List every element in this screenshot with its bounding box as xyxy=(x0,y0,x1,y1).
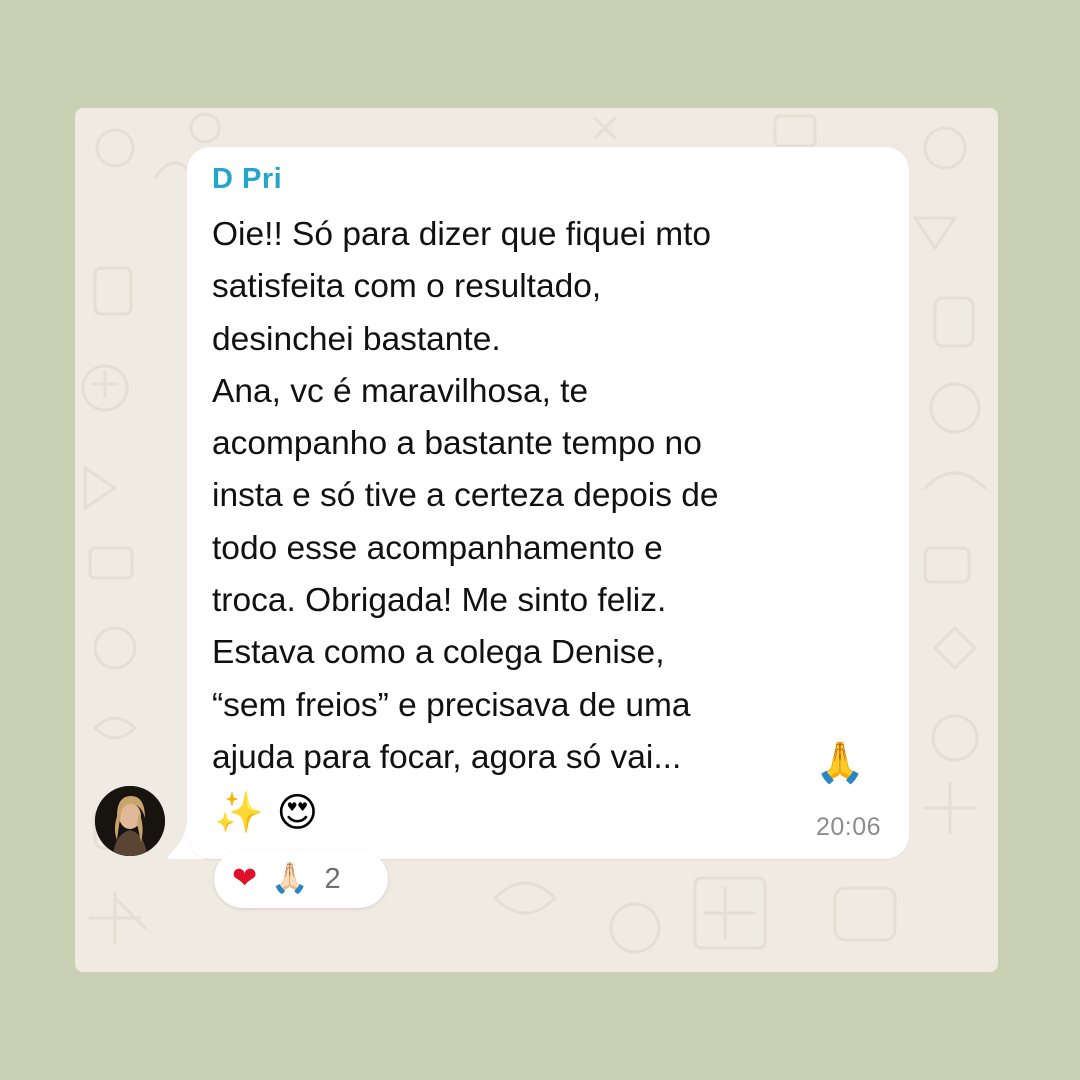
trailing-emojis: ✨ 😍 xyxy=(214,790,319,836)
avatar-photo-icon xyxy=(95,786,165,856)
reaction-count: 2 xyxy=(324,862,341,895)
reactions-pill[interactable]: ❤ 🙏🏻 2 xyxy=(214,850,388,908)
message-text: Oie!! Só para dizer que fiquei mto satis… xyxy=(212,216,719,776)
sender-avatar[interactable] xyxy=(95,786,165,856)
message-timestamp: 20:06 xyxy=(815,813,881,841)
message-bubble[interactable]: D Pri Oie!! Só para dizer que fiquei mto… xyxy=(187,147,909,859)
sender-name[interactable]: D Pri xyxy=(212,163,282,196)
inline-pray-emoji: 🙏 xyxy=(815,740,865,786)
heart-reaction-icon: ❤ xyxy=(232,861,258,896)
pray-reaction-icon: 🙏🏻 xyxy=(271,861,309,896)
